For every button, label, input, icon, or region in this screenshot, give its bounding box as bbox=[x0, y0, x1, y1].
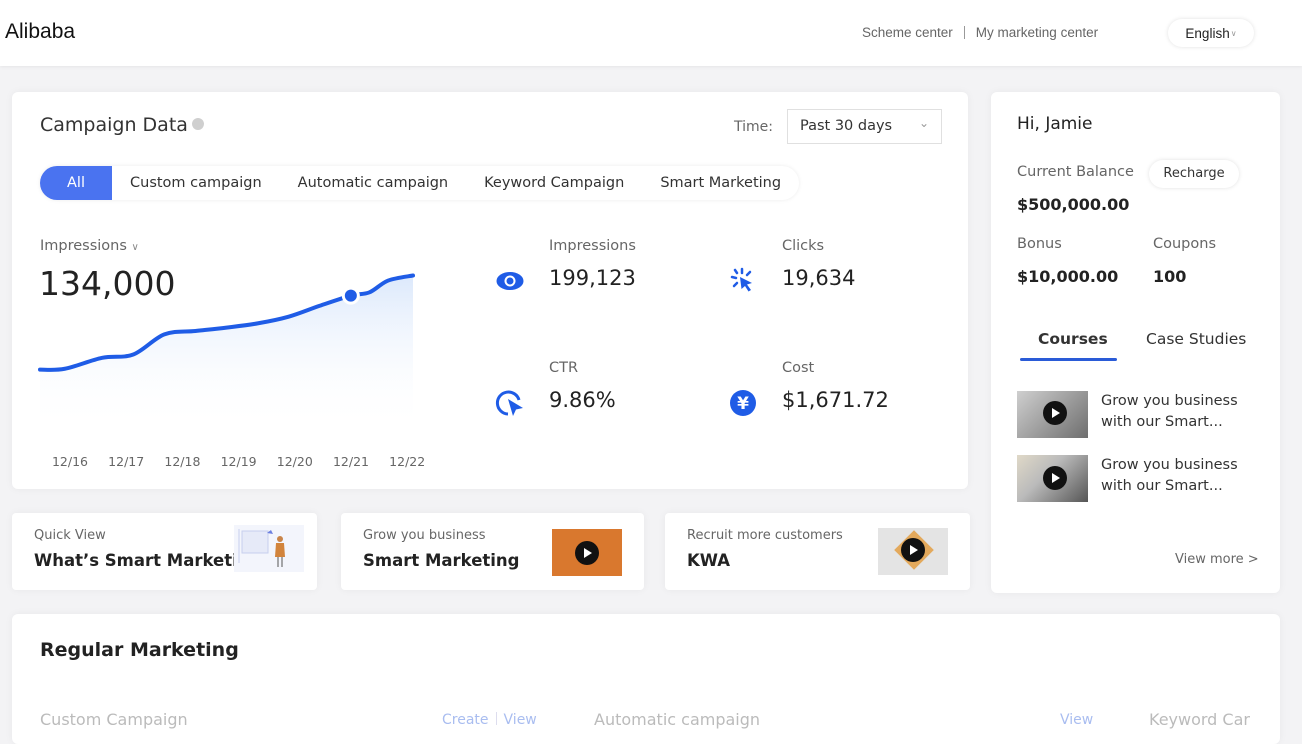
quick-card-subtitle: Recruit more customers bbox=[687, 528, 843, 543]
x-tick-label: 12/22 bbox=[389, 454, 425, 469]
course-item[interactable]: Grow you business with our Smart... bbox=[1017, 455, 1267, 503]
view-link[interactable]: View bbox=[504, 712, 537, 728]
svg-text:¥: ¥ bbox=[737, 394, 749, 414]
tab-courses[interactable]: Courses bbox=[1038, 330, 1108, 348]
stat-label: Cost bbox=[782, 360, 815, 376]
top-links: Scheme center My marketing center bbox=[862, 25, 1098, 40]
tab-case-studies[interactable]: Case Studies bbox=[1146, 330, 1246, 348]
cursor-ring-icon bbox=[495, 390, 523, 416]
automatic-campaign-label: Automatic campaign bbox=[594, 710, 761, 729]
section-title: Regular Marketing bbox=[40, 639, 239, 661]
tab-custom-campaign[interactable]: Custom campaign bbox=[112, 166, 280, 200]
stat-label: Impressions bbox=[549, 238, 636, 254]
tab-all[interactable]: All bbox=[40, 166, 112, 200]
click-icon bbox=[730, 267, 752, 292]
eye-icon bbox=[496, 272, 524, 290]
bonus-value: $10,000.00 bbox=[1017, 267, 1119, 286]
custom-campaign-label: Custom Campaign bbox=[40, 710, 188, 729]
quick-card-smart-marketing[interactable]: Grow you business Smart Marketing bbox=[341, 513, 644, 590]
divider bbox=[495, 712, 497, 725]
balance-value: $500,000.00 bbox=[1017, 195, 1130, 214]
course-thumbnail bbox=[1017, 391, 1088, 438]
stat-label: CTR bbox=[549, 360, 579, 376]
play-icon bbox=[575, 541, 599, 565]
x-tick-label: 12/16 bbox=[52, 454, 88, 469]
time-range-select[interactable]: Past 30 days ⌄ bbox=[787, 109, 942, 144]
tab-automatic-campaign[interactable]: Automatic campaign bbox=[280, 166, 466, 200]
time-label: Time: bbox=[734, 119, 773, 135]
create-link[interactable]: Create bbox=[442, 712, 489, 728]
chevron-down-icon: ∨ bbox=[1230, 28, 1237, 38]
highlight-point[interactable] bbox=[344, 289, 357, 302]
video-thumbnail bbox=[552, 529, 622, 576]
top-bar: Alibaba Scheme center My marketing cente… bbox=[0, 0, 1302, 66]
campaign-title-text: Campaign Data bbox=[40, 114, 188, 136]
balance-label: Current Balance bbox=[1017, 164, 1134, 180]
yen-icon: ¥ bbox=[730, 390, 756, 416]
chevron-down-icon: ⌄ bbox=[918, 116, 929, 130]
coupons-value: 100 bbox=[1153, 267, 1187, 286]
quick-card-title: What’s Smart Marketing bbox=[34, 551, 262, 570]
impressions-chart: 12/1612/1712/1812/1912/2012/2112/22 134,… bbox=[38, 273, 425, 469]
my-marketing-center-link[interactable]: My marketing center bbox=[976, 25, 1098, 40]
x-tick-label: 12/18 bbox=[164, 454, 200, 469]
quick-card-subtitle: Quick View bbox=[34, 528, 106, 543]
course-item[interactable]: Grow you business with our Smart... bbox=[1017, 391, 1267, 439]
recharge-button[interactable]: Recharge bbox=[1149, 160, 1239, 188]
video-thumbnail bbox=[878, 528, 948, 575]
chevron-down-icon: ∨ bbox=[131, 242, 139, 253]
custom-campaign-actions: Create View bbox=[442, 712, 537, 728]
automatic-campaign-actions: View bbox=[1060, 712, 1093, 728]
view-link[interactable]: View bbox=[1060, 712, 1093, 728]
language-label: English bbox=[1185, 25, 1230, 41]
keyword-campaign-label: Keyword Car bbox=[1149, 710, 1250, 729]
play-icon bbox=[901, 538, 925, 562]
play-icon bbox=[1043, 401, 1067, 425]
play-icon bbox=[1043, 466, 1067, 490]
time-range-value: Past 30 days bbox=[800, 118, 893, 134]
stat-value: $1,671.72 bbox=[782, 388, 889, 412]
quick-card-subtitle: Grow you business bbox=[363, 528, 486, 543]
quick-card-title: Smart Marketing bbox=[363, 551, 520, 570]
campaign-data-card: Campaign Data Time: Past 30 days ⌄ All C… bbox=[12, 92, 968, 489]
stat-value: 199,123 bbox=[549, 266, 636, 290]
quick-card-title: KWA bbox=[687, 551, 731, 570]
tab-keyword-campaign[interactable]: Keyword Campaign bbox=[466, 166, 642, 200]
coupons-label: Coupons bbox=[1153, 236, 1217, 252]
course-title: Grow you business with our Smart... bbox=[1101, 393, 1238, 430]
language-select[interactable]: English ∨ bbox=[1168, 19, 1254, 47]
metric-select[interactable]: Impressions ∨ bbox=[40, 238, 139, 254]
metric-select-label: Impressions bbox=[40, 238, 127, 254]
scheme-center-link[interactable]: Scheme center bbox=[862, 25, 953, 40]
card-title: Campaign Data bbox=[40, 114, 204, 136]
stat-label: Clicks bbox=[782, 238, 825, 254]
presenter-illustration bbox=[234, 525, 304, 572]
quick-card-kwa[interactable]: Recruit more customers KWA bbox=[665, 513, 970, 590]
quick-card-whats-smart-marketing[interactable]: Quick View What’s Smart Marketing bbox=[12, 513, 317, 590]
campaign-type-tabs: All Custom campaign Automatic campaign K… bbox=[40, 166, 800, 200]
account-card: Hi, Jamie Current Balance Recharge $500,… bbox=[991, 92, 1280, 593]
regular-marketing-card: Regular Marketing Custom Campaign Create… bbox=[12, 614, 1280, 744]
view-more-link[interactable]: View more > bbox=[1175, 552, 1259, 567]
course-thumbnail bbox=[1017, 455, 1088, 502]
x-tick-label: 12/19 bbox=[221, 454, 257, 469]
bonus-label: Bonus bbox=[1017, 236, 1062, 252]
divider bbox=[963, 26, 965, 39]
info-icon[interactable] bbox=[191, 118, 204, 130]
logo[interactable]: Alibaba bbox=[5, 20, 75, 44]
greeting: Hi, Jamie bbox=[1017, 114, 1093, 134]
course-title: Grow you business with our Smart... bbox=[1101, 457, 1238, 494]
stat-value: 9.86% bbox=[549, 388, 616, 412]
x-tick-label: 12/20 bbox=[277, 454, 313, 469]
x-tick-label: 12/21 bbox=[333, 454, 369, 469]
stat-value: 19,634 bbox=[782, 266, 856, 290]
active-tab-indicator bbox=[1020, 358, 1117, 361]
x-tick-label: 12/17 bbox=[108, 454, 144, 469]
tab-smart-marketing[interactable]: Smart Marketing bbox=[642, 166, 799, 200]
